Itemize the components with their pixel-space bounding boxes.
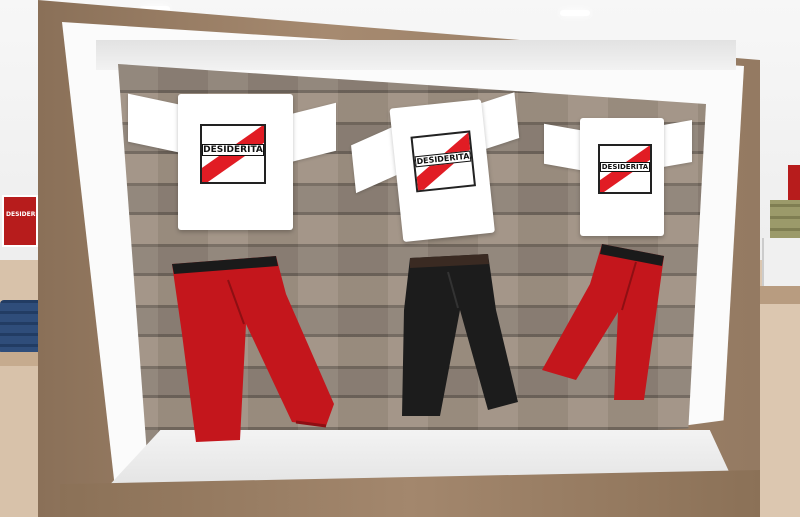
pants-shape bbox=[402, 254, 518, 416]
pants-3-red[interactable] bbox=[540, 240, 666, 406]
logo-text: DESIDERITA bbox=[600, 162, 650, 172]
store-scene: DESIDERITA DESIDERITA DESIDERITA DESIDER… bbox=[0, 0, 800, 517]
pants-shape bbox=[542, 244, 664, 400]
cabinet-top-panel bbox=[96, 40, 736, 70]
pants-1-red[interactable] bbox=[168, 254, 338, 446]
shirt-1[interactable]: DESIDERITA bbox=[128, 92, 338, 232]
shirt-2[interactable]: DESIDERITA bbox=[347, 90, 529, 249]
shirt-3[interactable]: DESIDERITA bbox=[544, 116, 692, 238]
logo-text: DESIDERITA bbox=[202, 144, 264, 156]
pants-2-black[interactable] bbox=[398, 250, 520, 420]
pants-shape bbox=[172, 256, 334, 442]
display-cabinet[interactable]: DESIDERITA DESIDERITA DESIDERITA bbox=[0, 0, 800, 517]
brand-logo: DESIDERITA bbox=[410, 130, 476, 193]
brand-logo: DESIDERITA bbox=[200, 124, 266, 184]
brand-logo: DESIDERITA bbox=[598, 144, 652, 194]
